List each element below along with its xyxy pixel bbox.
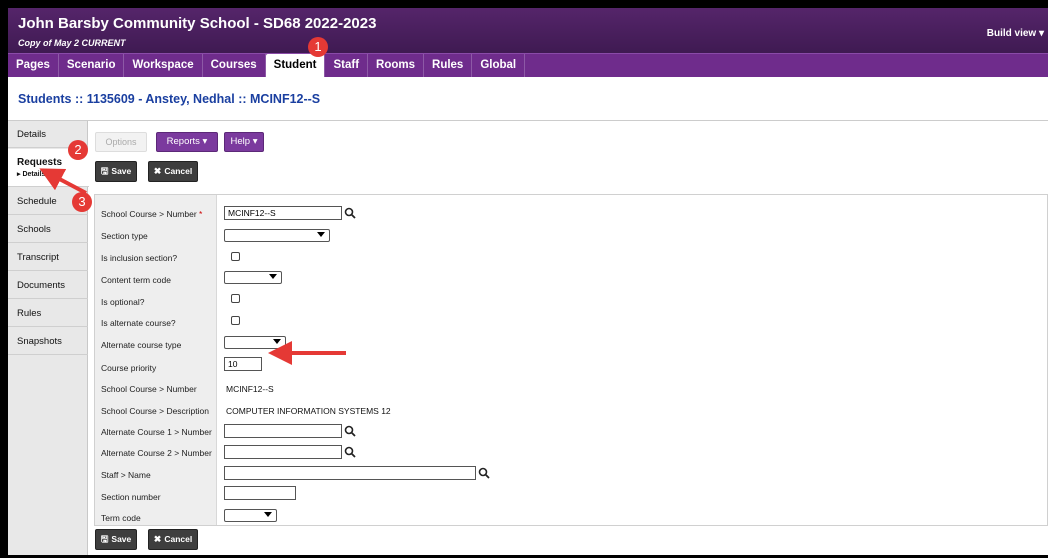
label-school-course-number-readonly: School Course > Number xyxy=(101,384,197,394)
course-priority-input[interactable]: 10 xyxy=(224,357,262,371)
label-section-type: Section type xyxy=(101,231,148,241)
cancel-button-top[interactable]: ✖ Cancel xyxy=(148,161,198,182)
is-optional-checkbox[interactable] xyxy=(231,294,240,303)
side-tab-documents[interactable]: Documents xyxy=(8,272,88,299)
label-is-alternate: Is alternate course? xyxy=(101,318,176,328)
label-school-course-description: School Course > Description xyxy=(101,406,209,416)
side-tabs: Details Requests ▸ Details Schedule Scho… xyxy=(8,121,89,555)
tab-global[interactable]: Global xyxy=(472,54,526,77)
side-tab-transcript[interactable]: Transcript xyxy=(8,244,88,271)
tab-staff[interactable]: Staff xyxy=(325,54,369,77)
cancel-button-bottom[interactable]: ✖ Cancel xyxy=(148,529,198,550)
annotation-badge-3: 3 xyxy=(72,192,92,212)
content-term-code-select[interactable] xyxy=(224,271,282,284)
tab-student[interactable]: Student xyxy=(265,54,326,77)
label-alternate-course-type: Alternate course type xyxy=(101,340,182,350)
label-alternate-course-1: Alternate Course 1 > Number xyxy=(101,427,212,437)
side-subtab-details[interactable]: ▸ Details xyxy=(17,170,89,178)
search-icon[interactable] xyxy=(478,467,490,479)
save-label: Save xyxy=(111,166,132,176)
is-inclusion-checkbox[interactable] xyxy=(231,252,240,261)
label-alternate-course-2: Alternate Course 2 > Number xyxy=(101,448,212,458)
screenshot-frame: John Barsby Community School - SD68 2022… xyxy=(0,0,1048,558)
side-tab-snapshots[interactable]: Snapshots xyxy=(8,328,88,355)
is-alternate-checkbox[interactable] xyxy=(231,316,240,325)
search-icon[interactable] xyxy=(344,207,356,219)
tab-rules[interactable]: Rules xyxy=(424,54,473,77)
chevron-down-icon xyxy=(273,339,281,344)
floppy-disk-icon: 🖫 xyxy=(100,166,109,176)
save-button-top[interactable]: 🖫 Save xyxy=(95,161,137,182)
app-header: John Barsby Community School - SD68 2022… xyxy=(8,8,1048,53)
tab-workspace[interactable]: Workspace xyxy=(124,54,203,77)
annotation-badge-2: 2 xyxy=(68,140,88,160)
side-tab-rules[interactable]: Rules xyxy=(8,300,88,327)
school-course-description-value: COMPUTER INFORMATION SYSTEMS 12 xyxy=(226,406,391,416)
section-type-select[interactable] xyxy=(224,229,330,242)
school-course-number-input[interactable]: MCINF12--S xyxy=(224,206,342,220)
breadcrumb: Students :: 1135609 - Anstey, Nedhal :: … xyxy=(18,92,321,106)
label-is-optional: Is optional? xyxy=(101,297,145,307)
chevron-down-icon xyxy=(317,232,325,237)
term-code-select[interactable] xyxy=(224,509,277,522)
save-button-bottom[interactable]: 🖫 Save xyxy=(95,529,137,550)
side-tab-schools[interactable]: Schools xyxy=(8,216,88,243)
chevron-down-icon xyxy=(269,274,277,279)
school-title: John Barsby Community School - SD68 2022… xyxy=(18,15,377,32)
chevron-down-icon xyxy=(264,512,272,517)
app-window: John Barsby Community School - SD68 2022… xyxy=(8,8,1048,555)
label-term-code: Term code xyxy=(101,513,141,523)
label-staff-name: Staff > Name xyxy=(101,470,151,480)
tab-scenario[interactable]: Scenario xyxy=(59,54,125,77)
x-icon: ✖ xyxy=(153,534,162,544)
floppy-disk-icon: 🖫 xyxy=(100,534,109,544)
reports-menu-button[interactable]: Reports ▾ xyxy=(156,132,218,152)
search-icon[interactable] xyxy=(344,446,356,458)
tab-pages[interactable]: Pages xyxy=(8,54,59,77)
top-nav: Pages Scenario Workspace Courses Student… xyxy=(8,53,1048,77)
label-school-course-number: School Course > Number * xyxy=(101,209,203,219)
required-asterisk: * xyxy=(199,209,203,219)
options-button[interactable]: Options xyxy=(95,132,147,152)
scenario-subtitle: Copy of May 2 CURRENT xyxy=(18,38,126,48)
alternate-course-2-input[interactable] xyxy=(224,445,342,459)
help-menu-button[interactable]: Help ▾ xyxy=(224,132,264,152)
cancel-label: Cancel xyxy=(164,534,193,544)
save-label: Save xyxy=(111,534,132,544)
annotation-badge-1: 1 xyxy=(308,37,328,57)
search-icon[interactable] xyxy=(344,425,356,437)
alternate-course-1-input[interactable] xyxy=(224,424,342,438)
alternate-course-type-select[interactable] xyxy=(224,336,286,349)
section-number-input[interactable] xyxy=(224,486,296,500)
tab-courses[interactable]: Courses xyxy=(203,54,266,77)
label-course-priority: Course priority xyxy=(101,363,157,373)
staff-name-input[interactable] xyxy=(224,466,476,480)
cancel-label: Cancel xyxy=(164,166,193,176)
x-icon: ✖ xyxy=(153,166,162,176)
label-content-term-code: Content term code xyxy=(101,275,171,285)
build-view-menu[interactable]: Build view ▾ xyxy=(987,28,1044,39)
tab-rooms[interactable]: Rooms xyxy=(368,54,425,77)
label-is-inclusion: Is inclusion section? xyxy=(101,253,178,263)
school-course-number-value: MCINF12--S xyxy=(226,384,274,394)
breadcrumb-divider xyxy=(8,120,1048,121)
label-section-number: Section number xyxy=(101,492,161,502)
side-tab-requests-label: Requests xyxy=(17,157,63,168)
request-details-form: School Course > Number * MCINF12--S Sect… xyxy=(94,194,1048,526)
